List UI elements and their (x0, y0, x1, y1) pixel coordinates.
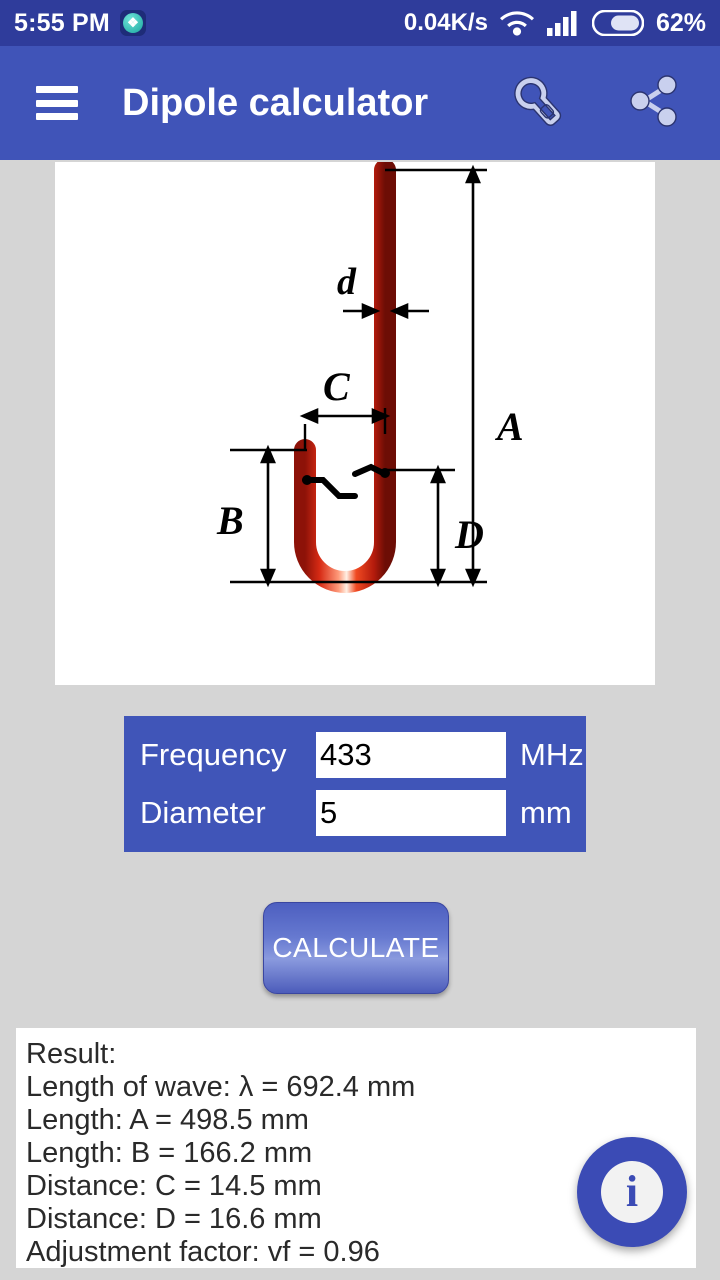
result-line: Length of wave: λ = 692.4 mm (26, 1071, 416, 1103)
antenna-diagram-panel: A D B C d (55, 162, 655, 685)
frequency-input[interactable] (316, 732, 506, 778)
app-badge-glyph: ❖ (122, 13, 143, 33)
input-panel: Frequency MHz Diameter mm (124, 716, 586, 852)
info-icon: i (601, 1161, 663, 1223)
battery-icon (591, 10, 644, 36)
app-root: 5:55 PM ❖ 0.04K/s 62% Dipole calculator … (0, 0, 720, 1280)
wrench-icon[interactable] (508, 72, 570, 135)
diameter-label: Diameter (140, 795, 266, 830)
diameter-input[interactable] (316, 790, 506, 836)
hamburger-bar (36, 113, 78, 120)
result-line: Length: A = 498.5 mm (26, 1104, 309, 1136)
frequency-label: Frequency (140, 737, 287, 772)
wifi-icon (499, 10, 534, 36)
page-title: Dipole calculator (122, 81, 429, 124)
battery-percent: 62% (655, 8, 706, 37)
hamburger-menu-icon[interactable] (36, 86, 78, 120)
diameter-unit: mm (520, 795, 572, 830)
app-badge-icon: ❖ (119, 10, 146, 36)
share-icon[interactable] (626, 73, 682, 134)
app-bar-actions (508, 72, 696, 135)
result-line: Adjustment factor: vf = 0.96 (26, 1236, 380, 1268)
result-line: Result: (26, 1038, 117, 1070)
status-bar: 5:55 PM ❖ 0.04K/s 62% (0, 0, 720, 46)
dimension-label-C: C (323, 364, 351, 409)
hamburger-bar (36, 86, 78, 93)
diameter-row: Diameter mm (140, 788, 572, 838)
dimension-label-B: B (216, 498, 244, 543)
cellular-signal-icon (546, 10, 580, 36)
info-fab-button[interactable]: i (577, 1137, 687, 1247)
dimension-label-D: D (454, 512, 484, 557)
calculate-button[interactable]: CALCULATE (263, 902, 449, 994)
antenna-diagram-image: A D B C d (55, 162, 655, 685)
frequency-row: Frequency MHz (140, 730, 584, 780)
dimension-label-A: A (494, 404, 524, 449)
network-speed: 0.04K/s (403, 9, 488, 36)
status-bar-right: 0.04K/s 62% (404, 9, 706, 38)
frequency-unit: MHz (520, 737, 584, 772)
app-bar: Dipole calculator (0, 46, 720, 160)
dimension-label-d: d (337, 261, 357, 303)
status-time: 5:55 PM (14, 8, 110, 37)
status-bar-left: 5:55 PM ❖ (14, 9, 146, 38)
hamburger-bar (36, 99, 78, 107)
